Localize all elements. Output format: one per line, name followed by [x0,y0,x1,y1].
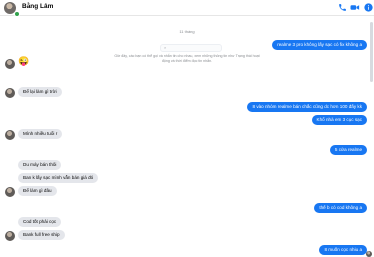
privacy-notice: Giờ đây, các bạn có thể gọi và nhắn tin … [114,54,260,63]
search-in-conversation[interactable]: ⌕ [160,44,222,52]
message-bubble-outgoing[interactable]: 5 cửa realme [329,145,367,155]
sender-avatar[interactable] [5,187,15,197]
emoji-sticker[interactable]: 😜 [18,56,29,66]
video-camera-icon[interactable] [350,3,360,12]
message-bubble-outgoing[interactable]: 8 muốn cọc nhiu a [319,245,367,255]
thread-scrollbar[interactable] [370,20,373,252]
message-bubble-outgoing[interactable]: Khổ nhà em 3 cục sạc [311,115,367,125]
sender-avatar[interactable] [5,231,15,241]
message-bubble-incoming[interactable]: Ban k lấy sạc mình vẫn bán giá đó [18,173,99,183]
sender-avatar[interactable] [5,130,15,140]
message-bubble-incoming[interactable]: Cod tốt phải cọc [18,217,62,227]
thread-timestamp: 11 tháng [179,29,195,34]
message-bubble-outgoing[interactable]: realme 3 pro không lấy sạc có fix không … [272,40,367,50]
message-bubble-incoming[interactable]: Bank full free ship [18,230,65,240]
message-bubble-incoming[interactable]: Du máy bán thôi [18,160,62,170]
search-icon: ⌕ [164,45,167,50]
message-bubble-outgoing[interactable]: thế b có cod không a [314,203,367,213]
online-status-dot [14,11,20,17]
scrollbar-thumb[interactable] [370,22,373,82]
message-bubble-incoming[interactable]: Để lại làm gì trời [18,87,62,97]
sender-avatar[interactable] [5,88,15,98]
sender-avatar[interactable] [5,59,15,69]
message-bubble-incoming[interactable]: Mình nhiều tuổi r [18,129,63,139]
info-icon[interactable] [364,3,373,12]
message-bubble-outgoing[interactable]: 8 vào nhóm realme bán chắc cũng dc hơn 1… [247,102,367,112]
conversation-header: Bằng Lâm [0,0,374,17]
message-bubble-incoming[interactable]: Để làm gì đâu [18,186,57,196]
phone-icon[interactable] [338,3,347,12]
contact-name[interactable]: Bằng Lâm [22,3,53,10]
